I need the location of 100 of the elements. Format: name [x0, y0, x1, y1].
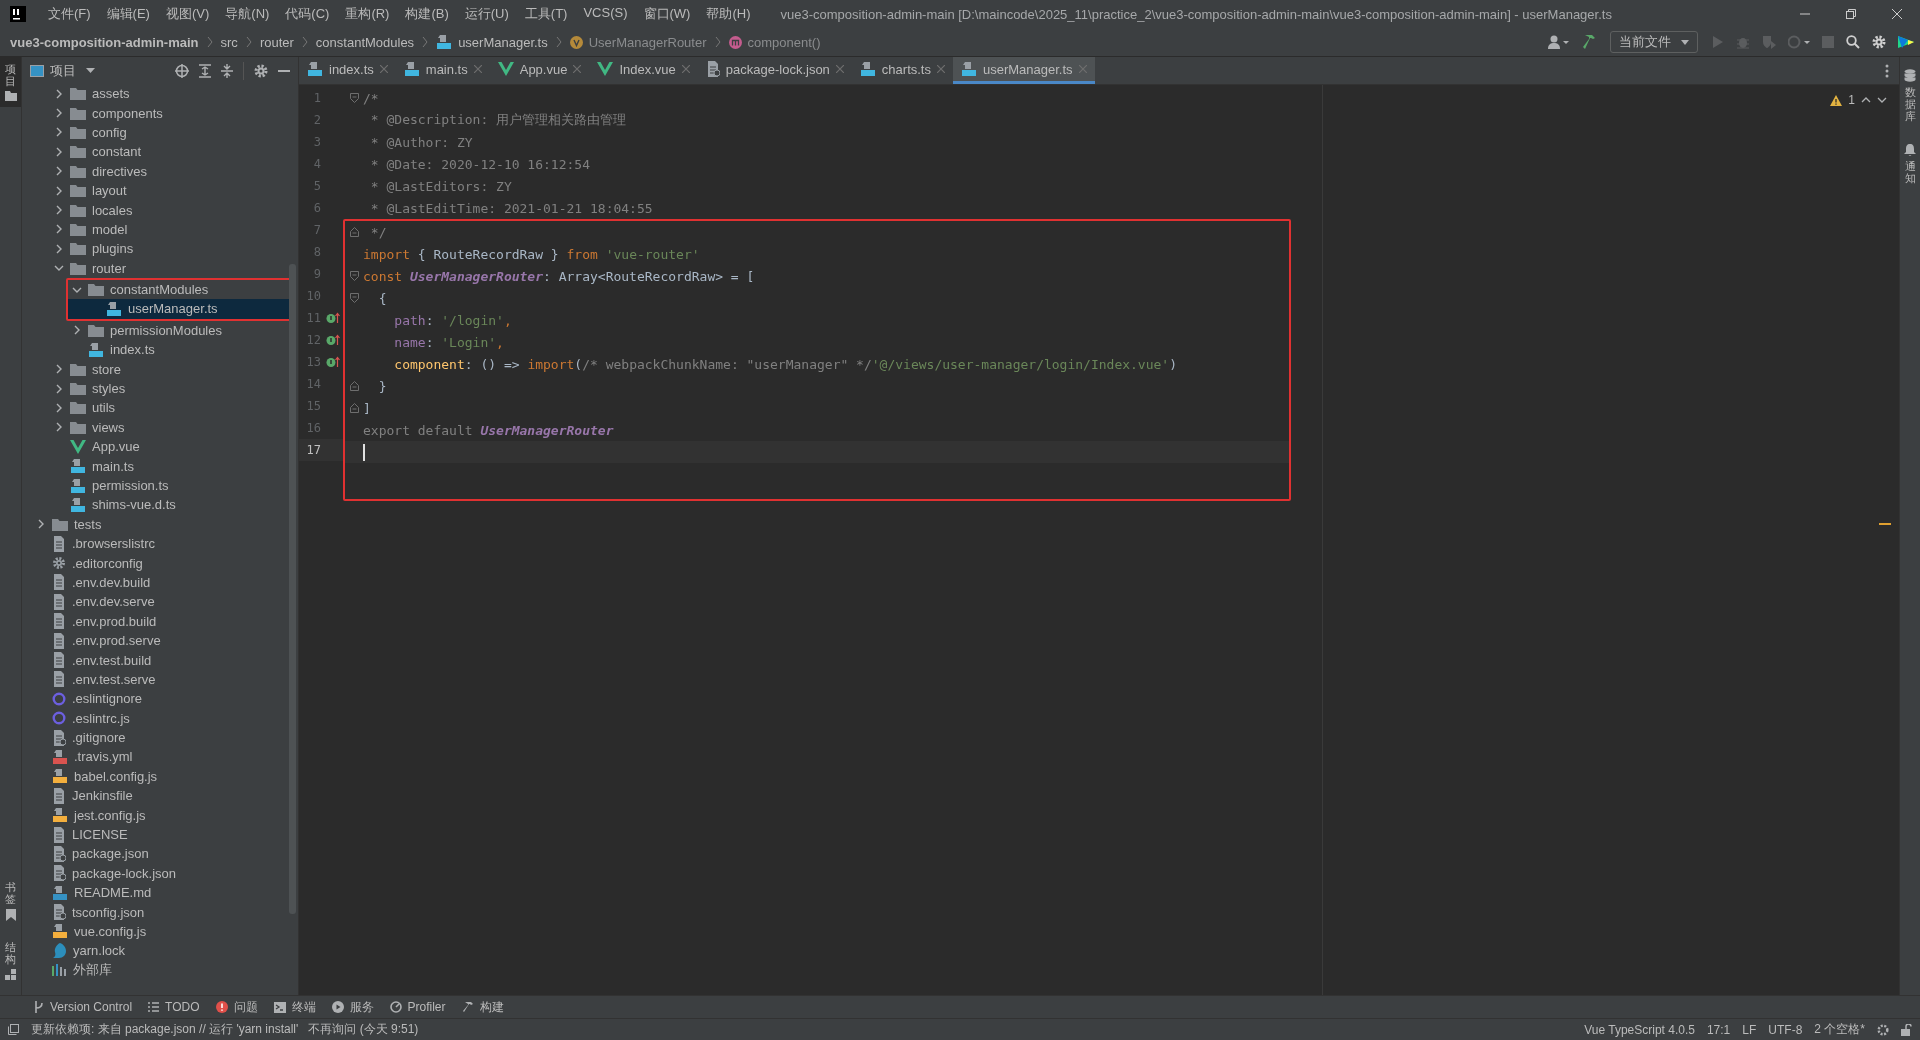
tree-item[interactable]: App.vue — [22, 437, 298, 457]
tree-item[interactable]: main.ts — [22, 456, 298, 476]
tool-window-button[interactable]: 终端 — [273, 998, 316, 1016]
tree-item[interactable]: .env.dev.serve — [22, 592, 298, 612]
scrollbar[interactable] — [289, 264, 296, 914]
chevron-right-icon[interactable] — [56, 422, 62, 433]
chevron-right-icon[interactable] — [56, 88, 62, 99]
tree-item[interactable]: tests — [22, 514, 298, 534]
toolbox-logo-icon[interactable] — [1898, 34, 1914, 50]
breadcrumb-item[interactable]: constantModules — [315, 34, 415, 50]
breadcrumb-item[interactable]: vue3-composition-admin-main — [10, 34, 199, 50]
tree-item[interactable]: locales — [22, 200, 298, 220]
chevron-right-icon[interactable] — [56, 205, 62, 216]
chevron-up-icon[interactable] — [1861, 97, 1871, 103]
implements-marker-icon[interactable] — [326, 334, 340, 346]
tree-item[interactable]: 外部库 — [22, 960, 298, 980]
menu-item[interactable]: 窗口(W) — [635, 5, 699, 23]
locate-icon[interactable] — [175, 63, 189, 78]
tree-item[interactable]: .env.prod.serve — [22, 630, 298, 651]
tool-window-tab[interactable]: 项目 — [0, 57, 21, 108]
tree-item[interactable]: store — [22, 359, 298, 379]
tool-window-tab[interactable]: 结构 — [0, 934, 21, 987]
tool-window-tab[interactable]: 数据库 — [1900, 63, 1920, 129]
chevron-down-icon[interactable] — [72, 286, 82, 293]
chevron-right-icon[interactable] — [56, 243, 62, 254]
search-icon[interactable] — [1846, 35, 1860, 49]
tree-item[interactable]: index.ts — [22, 340, 298, 360]
chevron-down-icon[interactable] — [1877, 97, 1887, 103]
tree-item[interactable]: .browserslistrc — [22, 534, 298, 554]
tree-item[interactable]: README.md — [22, 883, 298, 903]
settings-icon[interactable] — [254, 63, 268, 78]
tree-item[interactable]: userManager.ts — [68, 299, 292, 319]
fold-end-icon[interactable] — [349, 227, 359, 237]
breadcrumb-item[interactable]: UserManagerRouter — [588, 34, 707, 50]
tree-item[interactable]: package-lock.json — [22, 863, 298, 883]
tree-item[interactable]: components — [22, 103, 298, 123]
panel-title[interactable]: 项目 — [50, 61, 76, 80]
tree-item[interactable]: permissionModules — [22, 320, 298, 341]
status-item[interactable]: UTF-8 — [1768, 1022, 1803, 1037]
tree-item[interactable]: Jenkinsfile — [22, 786, 298, 806]
menu-item[interactable]: 导航(N) — [217, 5, 278, 23]
tree-item[interactable]: shims-vue.d.ts — [22, 495, 298, 515]
tree-item[interactable]: .env.prod.build — [22, 611, 298, 631]
chevron-down-icon[interactable] — [54, 265, 64, 272]
menu-item[interactable]: 帮助(H) — [698, 5, 759, 23]
implements-marker-icon[interactable] — [326, 356, 340, 368]
settings-icon[interactable] — [1877, 1023, 1889, 1036]
tree-item[interactable]: utils — [22, 398, 298, 418]
tool-window-button[interactable]: 服务 — [331, 998, 374, 1016]
chevron-right-icon[interactable] — [56, 402, 62, 413]
tree-item[interactable]: layout — [22, 180, 298, 201]
tree-item[interactable]: yarn.lock — [22, 941, 298, 961]
fold-end-icon[interactable] — [349, 403, 359, 413]
fold-end-icon[interactable] — [349, 381, 359, 391]
tree-item[interactable]: .gitignore — [22, 727, 298, 748]
breadcrumb-item[interactable]: src — [220, 34, 238, 50]
chevron-right-icon[interactable] — [56, 127, 62, 138]
tree-item[interactable]: .eslintrc.js — [22, 708, 298, 728]
tool-window-button[interactable]: 问题 — [215, 998, 258, 1016]
status-item[interactable]: LF — [1742, 1022, 1757, 1037]
tree-item[interactable]: constantModules — [68, 279, 292, 300]
editor-tab[interactable]: index.ts — [299, 57, 396, 84]
expand-all-icon[interactable] — [199, 63, 211, 78]
user-icon[interactable] — [1548, 35, 1570, 49]
breadcrumb-item[interactable]: component() — [747, 34, 821, 50]
editor-tab[interactable]: Index.vue — [589, 57, 698, 84]
chevron-right-icon[interactable] — [56, 383, 62, 394]
hammer-icon[interactable] — [1582, 34, 1598, 50]
profile-icon[interactable] — [1788, 35, 1810, 49]
tree-item[interactable]: config — [22, 122, 298, 143]
lock-icon[interactable] — [1901, 1023, 1912, 1036]
chevron-right-icon[interactable] — [56, 185, 62, 196]
menu-item[interactable]: 构建(B) — [397, 5, 457, 23]
tree-item[interactable]: directives — [22, 161, 298, 181]
breadcrumb-item[interactable]: router — [259, 34, 294, 50]
tool-window-button[interactable]: 构建 — [461, 998, 504, 1016]
tree-item[interactable]: constant — [22, 142, 298, 162]
menu-item[interactable]: 编辑(E) — [98, 5, 158, 23]
editor-tab[interactable]: main.ts — [395, 57, 490, 84]
tree-item[interactable]: tsconfig.json — [22, 902, 298, 922]
tree-item[interactable]: vue.config.js — [22, 921, 298, 942]
change-marker[interactable] — [1879, 523, 1891, 525]
tree-item[interactable]: LICENSE — [22, 824, 298, 845]
editor-tab[interactable]: package-lock.json — [697, 57, 852, 84]
implements-marker-icon[interactable] — [326, 312, 340, 324]
status-item[interactable]: Vue TypeScript 4.0.5 — [1584, 1022, 1695, 1037]
tree-item[interactable]: styles — [22, 378, 298, 399]
tree-item[interactable]: jest.config.js — [22, 805, 298, 825]
tool-window-button[interactable]: Profiler — [389, 1000, 446, 1014]
square-icon[interactable] — [8, 1024, 19, 1035]
tool-window-tab[interactable]: 通知 — [1900, 138, 1920, 191]
tree-item[interactable]: .env.test.serve — [22, 669, 298, 690]
fold-start-icon[interactable] — [349, 93, 359, 103]
tree-item[interactable]: router — [22, 258, 298, 278]
tree-item[interactable]: permission.ts — [22, 475, 298, 496]
run-configuration-dropdown[interactable]: 当前文件 — [1610, 31, 1698, 53]
tree-item[interactable]: .env.test.build — [22, 650, 298, 670]
menu-item[interactable]: 视图(V) — [157, 5, 218, 23]
status-item[interactable]: 2 个空格* — [1814, 1021, 1865, 1038]
tree-item[interactable]: .travis.yml — [22, 747, 298, 767]
